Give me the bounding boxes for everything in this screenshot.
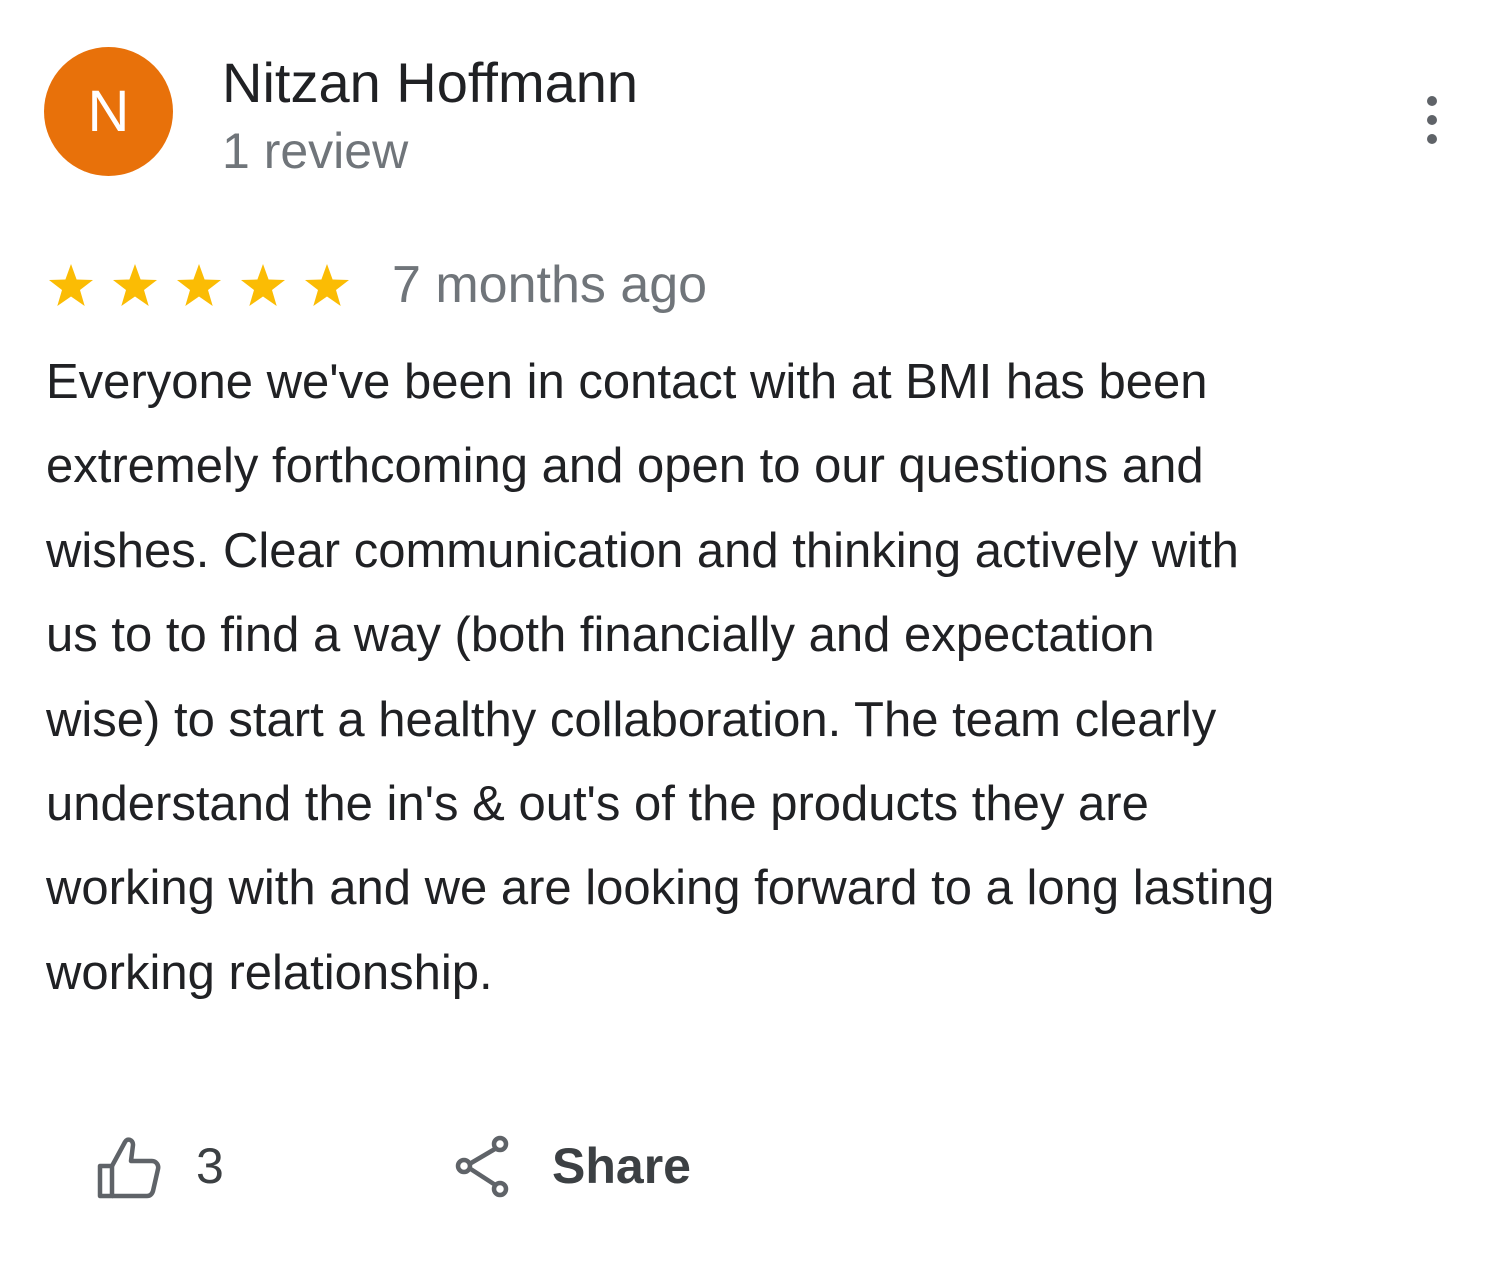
star-rating <box>44 255 364 317</box>
review-text-line: extremely forthcoming and open to our qu… <box>46 439 1204 494</box>
more-vertical-icon <box>1427 96 1437 144</box>
review-text-line: Everyone we've been in contact with at B… <box>46 355 1208 409</box>
avatar[interactable]: N <box>44 47 173 176</box>
star-icon <box>305 264 349 306</box>
review-text: Everyone we've been in contact with at B… <box>46 340 1486 1015</box>
more-options-button[interactable] <box>1404 84 1460 156</box>
review-text-line: working relationship. <box>46 945 493 1000</box>
star-icon <box>113 264 157 306</box>
like-count: 3 <box>196 1138 224 1194</box>
review-text-line: us to to find a way (both financially an… <box>46 608 1155 663</box>
review-text-line: wishes. Clear communication and thinking… <box>46 523 1239 578</box>
author-review-count[interactable]: 1 review <box>222 120 408 182</box>
like-button[interactable]: 3 <box>92 1126 224 1206</box>
star-icon <box>241 264 285 306</box>
review-text-line: understand the in's & out's of the produ… <box>46 777 1149 832</box>
review-date: 7 months ago <box>392 256 708 314</box>
star-icon <box>177 264 221 306</box>
author-name[interactable]: Nitzan Hoffmann <box>222 50 638 116</box>
star-icon <box>49 264 93 306</box>
review-text-line: working with and we are looking forward … <box>46 861 1275 916</box>
share-icon <box>455 1135 509 1198</box>
thumbs-up-icon <box>97 1137 161 1199</box>
review-text-line: wise) to start a healthy collaboration. … <box>46 692 1217 747</box>
share-label: Share <box>552 1138 691 1194</box>
share-button[interactable]: Share <box>452 1126 691 1206</box>
